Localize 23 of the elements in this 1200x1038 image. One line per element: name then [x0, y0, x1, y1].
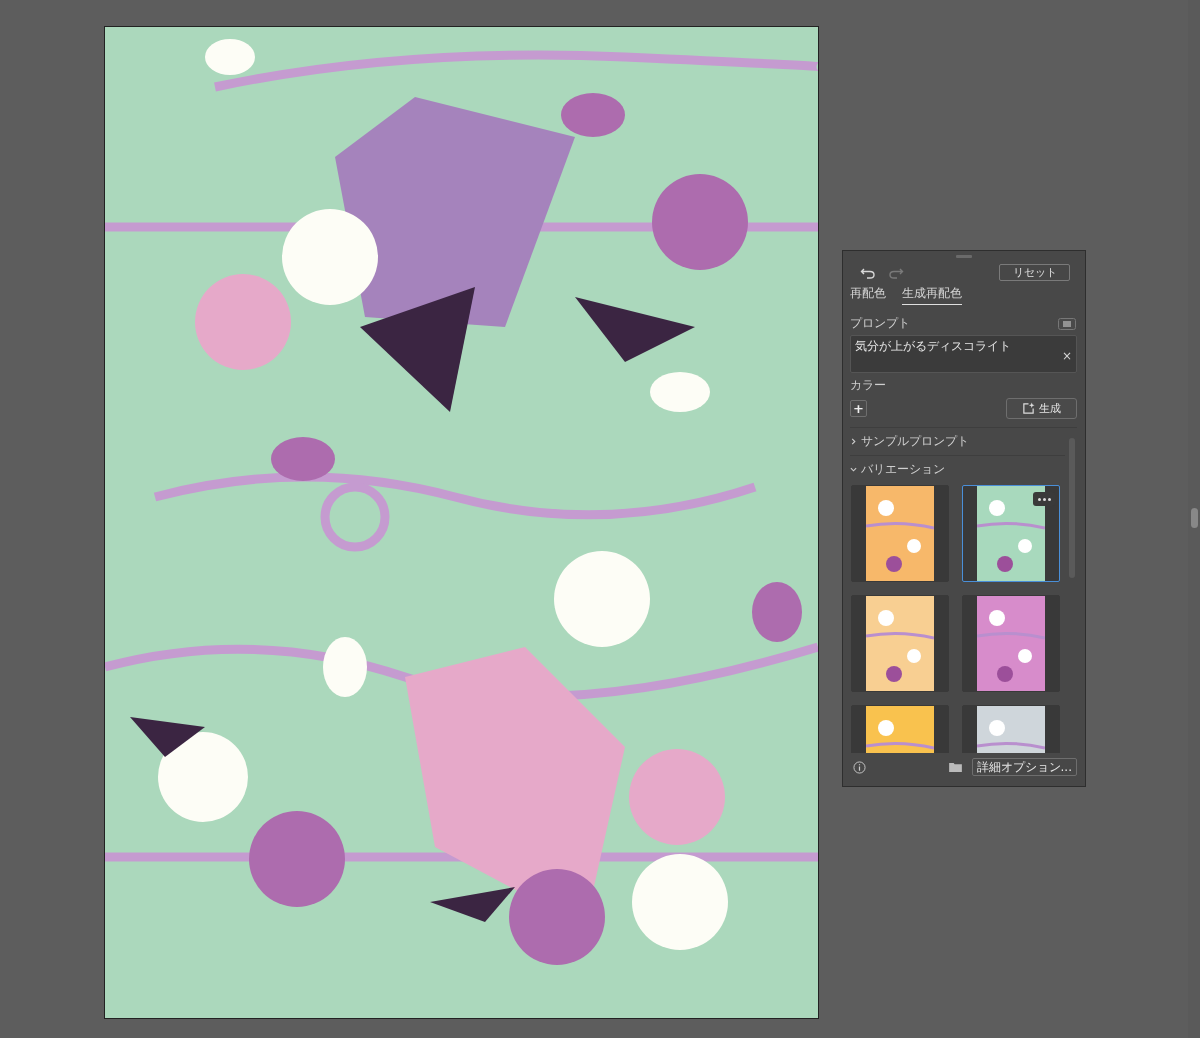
section-header[interactable]: サンプルプロンプト — [850, 428, 1065, 456]
chevron-icon — [850, 438, 857, 445]
drag-handle-icon[interactable] — [955, 255, 972, 258]
folder-icon[interactable] — [948, 762, 962, 772]
variation-thumbnail[interactable] — [962, 595, 1060, 692]
section-header[interactable]: バリエーション — [850, 456, 1065, 483]
reset-button[interactable]: リセット — [999, 264, 1070, 281]
variation-thumbnail[interactable] — [851, 595, 949, 692]
variation-thumbnail[interactable] — [962, 485, 1060, 582]
chevron-icon — [850, 466, 857, 473]
info-icon[interactable] — [853, 760, 866, 774]
variation-thumbnail[interactable] — [851, 485, 949, 582]
add-color-button[interactable]: + — [850, 400, 867, 417]
color-label: カラー — [850, 377, 887, 394]
menu-icon[interactable] — [1058, 317, 1076, 330]
advanced-options-button[interactable]: 詳細オプション... — [971, 758, 1077, 776]
clear-button[interactable]: × — [1061, 349, 1072, 363]
sparkle-image-icon — [1022, 402, 1035, 415]
prompt-field[interactable]: 気分が上がるディスコライト × — [850, 335, 1077, 373]
tab[interactable]: 再配色 — [850, 285, 886, 305]
generate-button[interactable]: 生成 — [1006, 398, 1077, 419]
tab[interactable]: 生成再配色 — [902, 285, 962, 305]
prompt-label: プロンプト — [850, 315, 910, 332]
